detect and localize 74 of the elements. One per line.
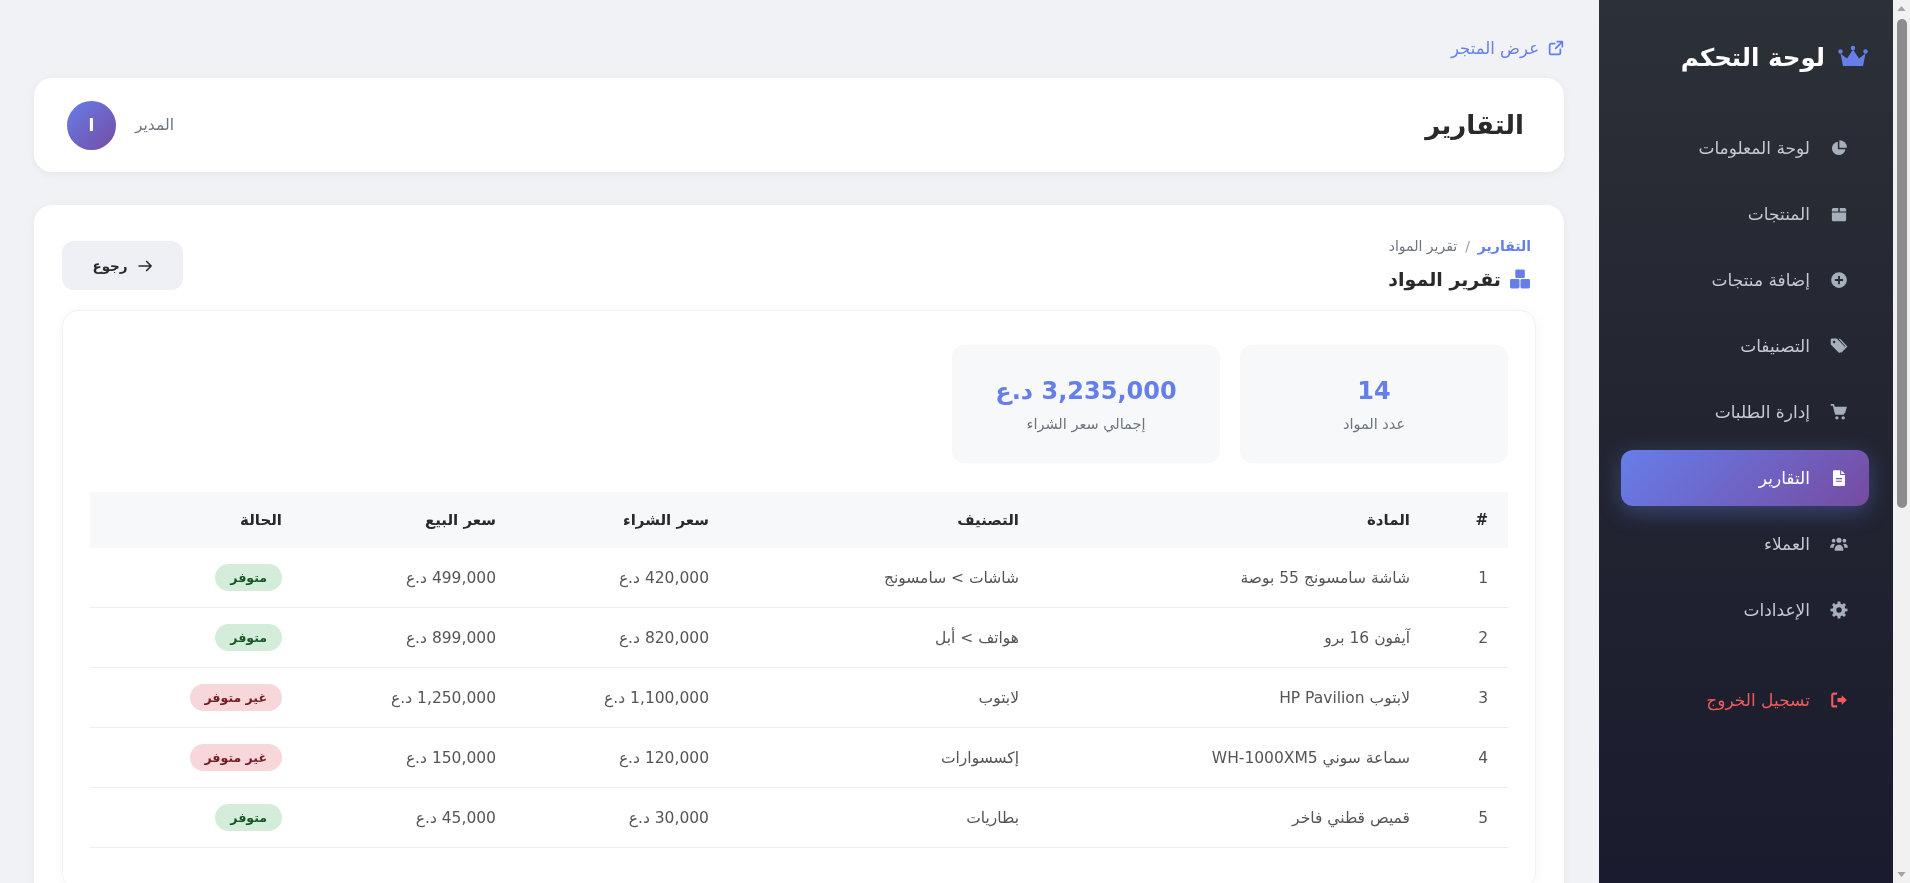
- table-cell: 1: [1430, 548, 1508, 608]
- pie-chart-icon: [1830, 139, 1848, 157]
- table-cell: 1,100,000 د.ع: [516, 667, 729, 728]
- column-header: سعر البيع: [302, 492, 516, 548]
- tag-icon: [1830, 337, 1848, 355]
- arrow-right-icon: [137, 259, 153, 272]
- page-heading: التقارير: [1425, 110, 1524, 140]
- status-badge: غير متوفر: [189, 744, 282, 771]
- stat-label: إجمالي سعر الشراء: [1026, 415, 1146, 432]
- scroll-down-arrow-icon[interactable]: [1897, 872, 1906, 877]
- sidebar-item[interactable]: المنتجات: [1621, 186, 1869, 242]
- breadcrumb-link[interactable]: التقارير: [1477, 237, 1531, 254]
- stat-label: عدد المواد: [1342, 415, 1406, 432]
- boxes-icon: [1509, 268, 1531, 289]
- sidebar-item[interactable]: إضافة منتجات: [1621, 252, 1869, 308]
- settings-icon: [1830, 601, 1848, 619]
- column-header: التصنيف: [729, 492, 1039, 548]
- sidebar-item[interactable]: لوحة المعلومات: [1621, 120, 1869, 176]
- column-header: المادة: [1039, 492, 1430, 548]
- table-cell: 899,000 د.ع: [302, 607, 516, 668]
- table-cell: إكسسوارات: [729, 727, 1039, 788]
- users-icon: [1830, 535, 1848, 553]
- status-badge: غير متوفر: [189, 684, 282, 711]
- table-cell: لابتوب HP Pavilion: [1039, 667, 1430, 728]
- table-cell: 499,000 د.ع: [302, 548, 516, 608]
- column-header: #: [1430, 492, 1508, 548]
- breadcrumb-current: تقرير المواد: [1388, 237, 1458, 254]
- column-header: سعر الشراء: [516, 492, 729, 548]
- table-cell: 420,000 د.ع: [516, 548, 729, 608]
- exit-icon: [1830, 691, 1848, 709]
- table-cell: لابتوب: [729, 667, 1039, 728]
- sidebar-item[interactable]: إدارة الطلبات: [1621, 384, 1869, 440]
- document-icon: [1830, 469, 1848, 487]
- sidebar-item[interactable]: العملاء: [1621, 516, 1869, 572]
- avatar[interactable]: ا: [67, 100, 116, 150]
- table-cell: شاشات > سامسونج: [729, 548, 1039, 608]
- stat-value: 14: [1357, 376, 1391, 405]
- status-badge: متوفر: [215, 564, 282, 591]
- table-cell: بطاريات: [729, 787, 1039, 848]
- table-cell: شاشة سامسونج 55 بوصة: [1039, 548, 1430, 608]
- column-header: الحالة: [90, 492, 302, 548]
- box-icon: [1830, 205, 1848, 223]
- table-cell: 2: [1430, 607, 1508, 668]
- status-badge: متوفر: [215, 804, 282, 831]
- crown-icon: [1838, 45, 1868, 69]
- table-cell: 4: [1430, 727, 1508, 788]
- user-name: المدير: [135, 116, 174, 134]
- external-link-icon: [1548, 40, 1564, 56]
- sidebar-item[interactable]: التصنيفات: [1621, 318, 1869, 374]
- table-cell: 150,000 د.ع: [302, 727, 516, 788]
- scrollbar[interactable]: [1893, 0, 1910, 883]
- table-cell: هواتف > أبل: [729, 607, 1039, 668]
- table-cell: 820,000 د.ع: [516, 607, 729, 668]
- table-cell: 3: [1430, 667, 1508, 728]
- scrollbar-thumb[interactable]: [1896, 19, 1907, 508]
- logout-link[interactable]: تسجيل الخروج: [1621, 672, 1869, 728]
- table-cell: سماعة سوني WH-1000XM5: [1039, 727, 1430, 788]
- scroll-up-arrow-icon[interactable]: [1897, 6, 1906, 11]
- report-title: تقرير المواد: [1388, 267, 1501, 290]
- back-button[interactable]: رجوع: [62, 241, 183, 290]
- status-badge: متوفر: [215, 624, 282, 651]
- stat-value: 3,235,000 د.ع: [995, 376, 1177, 405]
- table-cell: آيفون 16 برو: [1039, 607, 1430, 668]
- table-cell: قميص قطني فاخر: [1039, 787, 1430, 848]
- table-cell: 45,000 د.ع: [302, 787, 516, 848]
- cart-icon: [1830, 403, 1848, 421]
- table-cell: 5: [1430, 787, 1508, 848]
- sidebar-item[interactable]: التقارير: [1621, 450, 1869, 506]
- table-cell: 30,000 د.ع: [516, 787, 729, 848]
- table-cell: 120,000 د.ع: [516, 727, 729, 788]
- table-cell: 1,250,000 د.ع: [302, 667, 516, 728]
- sidebar-brand-title: لوحة التحكم: [1680, 42, 1825, 72]
- breadcrumb-separator: /: [1465, 237, 1470, 254]
- sidebar-item[interactable]: الإعدادات: [1621, 582, 1869, 638]
